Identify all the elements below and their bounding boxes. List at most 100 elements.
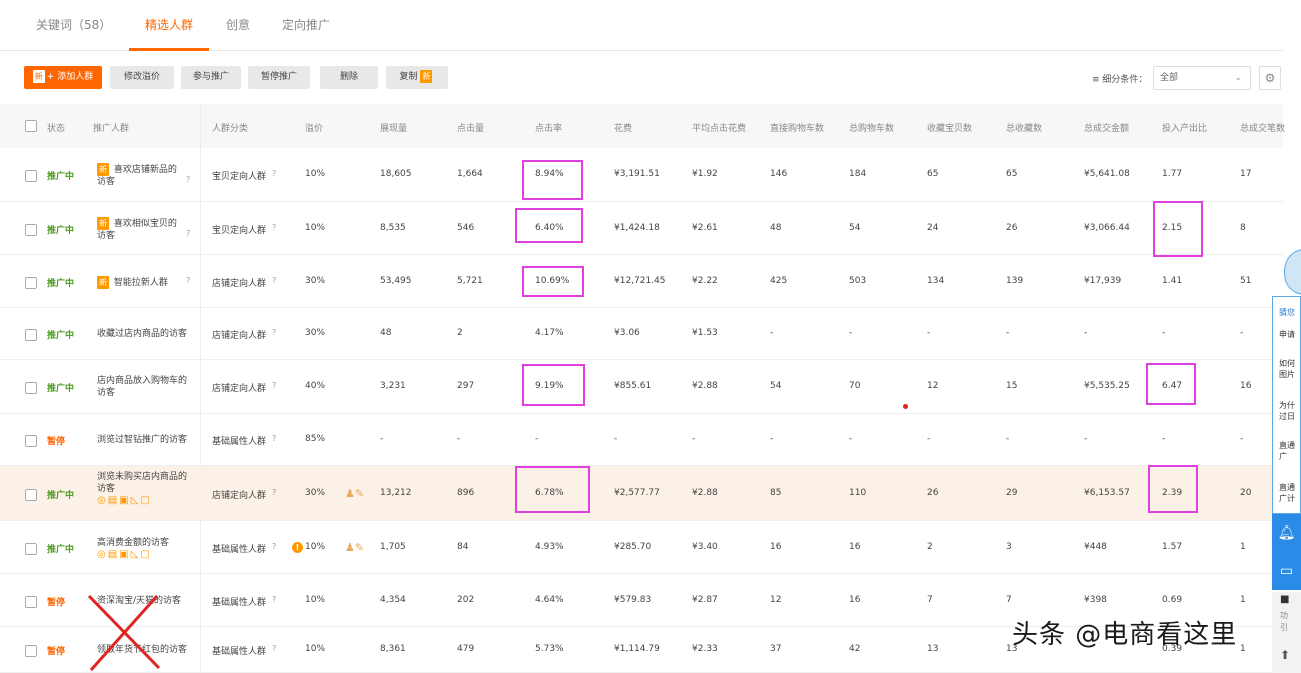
add-crowd-button[interactable]: 新 + 添加人群	[24, 66, 102, 89]
status-label[interactable]: 推广中	[47, 542, 74, 555]
cell-cost: ¥855.61	[614, 381, 652, 391]
crowd-name[interactable]: 收藏过店内商品的访客	[97, 328, 187, 340]
tab-creative[interactable]: 创意	[226, 16, 250, 33]
help-icon[interactable]: ?	[272, 223, 276, 232]
cell-gmv: -	[1084, 328, 1088, 338]
cell-total-fav: 7	[1006, 595, 1012, 605]
help-item[interactable]: 直通	[1279, 440, 1295, 451]
row-checkbox[interactable]	[25, 543, 37, 555]
row-checkbox[interactable]	[25, 224, 37, 236]
table-header: 状态 推广人群 人群分类 溢价 展现量 点击量 点击率 花费 平均点击花费 直接…	[0, 104, 1285, 148]
filter-select[interactable]: 全部 ⌄	[1153, 66, 1251, 90]
tab-targeted-promotion[interactable]: 定向推广	[282, 16, 330, 33]
row-checkbox[interactable]	[25, 382, 37, 394]
crowd-name[interactable]: 新 喜欢相似宝贝的 访客	[97, 217, 177, 242]
pause-promotion-button[interactable]: 暂停推广	[248, 66, 310, 89]
edit-crowd-icon[interactable]: ♟✎	[345, 541, 364, 554]
crowd-name[interactable]: 新 智能拉新人群	[97, 276, 168, 289]
tab-selected-crowds[interactable]: 精选人群	[145, 16, 193, 33]
delete-button[interactable]: 删除	[320, 66, 378, 89]
crowd-name[interactable]: 高消费金额的访客 ◎▤▣◺▢	[97, 537, 169, 561]
help-icon[interactable]: ?	[186, 229, 190, 238]
row-checkbox[interactable]	[25, 329, 37, 341]
col-avg-cpc[interactable]: 平均点击花费	[692, 121, 746, 134]
row-checkbox[interactable]	[25, 277, 37, 289]
help-item[interactable]: 如何	[1279, 358, 1295, 369]
status-label[interactable]: 暂停	[47, 434, 65, 447]
row-checkbox[interactable]	[25, 170, 37, 182]
modify-premium-button[interactable]: 修改溢价	[110, 66, 174, 89]
cell-roi: 1.41	[1162, 276, 1183, 286]
help-icon[interactable]: ?	[272, 595, 276, 604]
row-checkbox[interactable]	[25, 645, 37, 657]
crowd-name[interactable]: 浏览未购买店内商品的 访客 ◎▤▣◺▢	[97, 471, 187, 507]
status-label[interactable]: 推广中	[47, 223, 74, 236]
cell-total-fav: -	[1006, 328, 1010, 338]
help-item[interactable]: 广	[1279, 451, 1287, 462]
help-icon[interactable]: ?	[272, 276, 276, 285]
help-icon[interactable]: ?	[272, 434, 276, 443]
help-item[interactable]: 过日	[1279, 411, 1295, 422]
col-orders[interactable]: 总成交笔数	[1240, 121, 1285, 134]
help-icon[interactable]: ?	[272, 381, 276, 390]
row-checkbox[interactable]	[25, 596, 37, 608]
row-checkbox[interactable]	[25, 489, 37, 501]
help-item[interactable]: 图片	[1279, 369, 1295, 380]
settings-gear-button[interactable]: ⚙	[1259, 66, 1281, 90]
chat-button[interactable]: ▭	[1272, 552, 1301, 590]
cell-fav-items: 65	[927, 169, 939, 179]
help-icon[interactable]: ?	[272, 328, 276, 337]
crowd-name[interactable]: 新 喜欢店铺新品的 访客	[97, 163, 177, 188]
row-checkbox[interactable]	[25, 435, 37, 447]
highlight-box	[1153, 201, 1203, 257]
chat-icon: ▭	[1279, 563, 1294, 579]
help-item[interactable]: 广计	[1279, 493, 1295, 504]
cell-gmv: ¥6,153.57	[1084, 488, 1130, 498]
help-icon[interactable]: ?	[272, 169, 276, 178]
help-icon[interactable]: ?	[272, 488, 276, 497]
status-label[interactable]: 推广中	[47, 328, 74, 341]
tab-keywords[interactable]: 关键词（58）	[36, 16, 111, 33]
status-label[interactable]: 推广中	[47, 276, 74, 289]
col-impressions[interactable]: 展现量	[380, 121, 407, 134]
status-label[interactable]: 推广中	[47, 381, 74, 394]
cell-total-cart: 16	[849, 542, 861, 552]
col-gmv[interactable]: 总成交金额	[1084, 121, 1129, 134]
help-icon[interactable]: ?	[272, 542, 276, 551]
cell-impressions: -	[380, 434, 384, 444]
col-cost[interactable]: 花费	[614, 121, 632, 134]
status-label[interactable]: 暂停	[47, 644, 65, 657]
help-item[interactable]: 为什	[1279, 400, 1295, 411]
copy-button[interactable]: 复制 新	[386, 66, 448, 89]
status-label[interactable]: 推广中	[47, 488, 74, 501]
edit-crowd-icon[interactable]: ♟✎	[345, 487, 364, 500]
cell-orders: 51	[1240, 276, 1252, 286]
help-item[interactable]: 申请	[1279, 329, 1295, 340]
col-roi[interactable]: 投入产出比	[1162, 121, 1207, 134]
col-total-cart[interactable]: 总购物车数	[849, 121, 894, 134]
crowd-name-line1: 店内商品放入购物车的	[97, 376, 188, 386]
join-promotion-button[interactable]: 参与推广	[181, 66, 241, 89]
col-direct-cart[interactable]: 直接购物车数	[770, 121, 824, 134]
cell-impressions: 53,495	[380, 276, 412, 286]
cell-cost: ¥285.70	[614, 542, 652, 552]
cell-avg-cpc: ¥3.40	[692, 542, 718, 552]
help-icon[interactable]: ?	[186, 276, 190, 285]
crowd-name[interactable]: 浏览过智钻推广的访客	[97, 434, 187, 446]
status-label[interactable]: 推广中	[47, 169, 74, 182]
help-item[interactable]: 直通	[1279, 482, 1295, 493]
row-action-icons[interactable]: ◎▤▣◺▢	[97, 495, 152, 506]
col-fav-items[interactable]: 收藏宝贝数	[927, 121, 972, 134]
help-icon[interactable]: ?	[272, 644, 276, 653]
col-ctr[interactable]: 点击率	[535, 121, 562, 134]
status-label[interactable]: 暂停	[47, 595, 65, 608]
arrow-up-icon[interactable]: ⬆	[1280, 648, 1290, 662]
col-total-fav[interactable]: 总收藏数	[1006, 121, 1042, 134]
help-icon[interactable]: ?	[186, 175, 190, 184]
select-all-checkbox[interactable]	[25, 120, 37, 132]
crowd-name[interactable]: 店内商品放入购物车的 访客	[97, 375, 187, 399]
bell-button[interactable]: 🔔︎	[1272, 514, 1301, 552]
cell-total-fav: -	[1006, 434, 1010, 444]
row-action-icons[interactable]: ◎▤▣◺▢	[97, 549, 152, 560]
col-clicks[interactable]: 点击量	[457, 121, 484, 134]
